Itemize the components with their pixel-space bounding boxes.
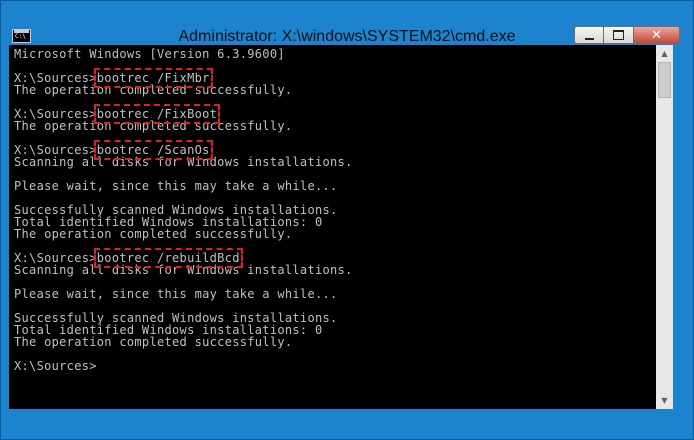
- console-line: The operation completed successfully.: [14, 119, 293, 133]
- console-line: X:\Sources>: [14, 359, 97, 373]
- console-line: The operation completed successfully.: [14, 83, 293, 97]
- console-area[interactable]: Microsoft Windows [Version 6.3.9600] X:\…: [9, 45, 656, 409]
- console-line: Please wait, since this may take a while…: [14, 287, 338, 301]
- maximize-button[interactable]: [604, 26, 634, 44]
- console-line: Scanning all disks for Windows installat…: [14, 263, 353, 277]
- console-line: The operation completed successfully.: [14, 227, 293, 241]
- close-icon: ✕: [651, 27, 662, 43]
- console-line: The operation completed successfully.: [14, 335, 293, 349]
- title-bar[interactable]: C:\ Administrator: X:\windows\SYSTEM32\c…: [1, 1, 693, 45]
- scroll-down-arrow-icon[interactable]: ▼: [656, 392, 673, 409]
- vertical-scrollbar[interactable]: ▲ ▼: [656, 45, 673, 409]
- console-output: Microsoft Windows [Version 6.3.9600] X:\…: [14, 48, 353, 372]
- scroll-up-arrow-icon[interactable]: ▲: [656, 45, 673, 62]
- minimize-button[interactable]: [574, 26, 604, 44]
- window-bottom-border: [1, 409, 693, 439]
- minimize-icon: [584, 37, 594, 40]
- console-line: Scanning all disks for Windows installat…: [14, 155, 353, 169]
- cmd-window: C:\ Administrator: X:\windows\SYSTEM32\c…: [0, 0, 694, 440]
- close-button[interactable]: ✕: [634, 26, 680, 44]
- console-line: Please wait, since this may take a while…: [14, 179, 338, 193]
- maximize-icon: [613, 30, 624, 40]
- scroll-thumb[interactable]: [658, 62, 671, 98]
- console-line: Microsoft Windows [Version 6.3.9600]: [14, 47, 285, 61]
